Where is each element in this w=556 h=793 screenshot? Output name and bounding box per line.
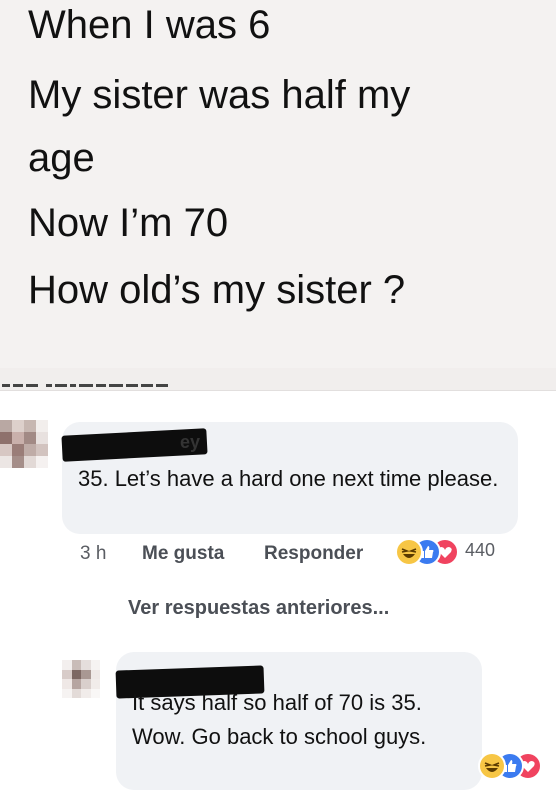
post-line-2: My sister was half my xyxy=(28,73,411,117)
avatar[interactable] xyxy=(62,660,100,698)
view-previous-replies-link[interactable]: Ver respuestas anteriores... xyxy=(128,597,389,620)
comment-timestamp[interactable]: 3 h xyxy=(80,543,106,565)
haha-icon xyxy=(395,538,423,566)
comment-text: 35. Let’s have a hard one next time plea… xyxy=(78,466,499,491)
reply-text: It says half so half of 70 is 35. Wow. G… xyxy=(132,690,427,749)
reaction-count: 440 xyxy=(465,540,496,560)
post-line-3: age xyxy=(28,136,95,180)
reply-bubble: It says half so half of 70 is 35. Wow. G… xyxy=(115,652,482,790)
reply-reaction-summary[interactable] xyxy=(478,752,554,782)
reply-link[interactable]: Responder xyxy=(264,543,363,565)
meme-post-image: When I was 6 My sister was half my age N… xyxy=(0,0,556,370)
section-divider xyxy=(0,368,556,391)
cut-off-heading-text xyxy=(2,384,168,387)
comment-bubble: ey 35. Let’s have a hard one next time p… xyxy=(61,422,518,534)
haha-icon xyxy=(478,752,506,780)
like-link[interactable]: Me gusta xyxy=(142,543,224,565)
avatar[interactable] xyxy=(0,420,48,468)
reaction-summary[interactable]: 440 xyxy=(395,538,515,568)
commenter-name-fragment[interactable]: ey xyxy=(180,432,200,453)
post-line-4: Now I’m 70 xyxy=(28,201,229,245)
post-line-5: How old’s my sister ? xyxy=(28,268,406,312)
post-line-1: When I was 6 xyxy=(28,3,271,47)
